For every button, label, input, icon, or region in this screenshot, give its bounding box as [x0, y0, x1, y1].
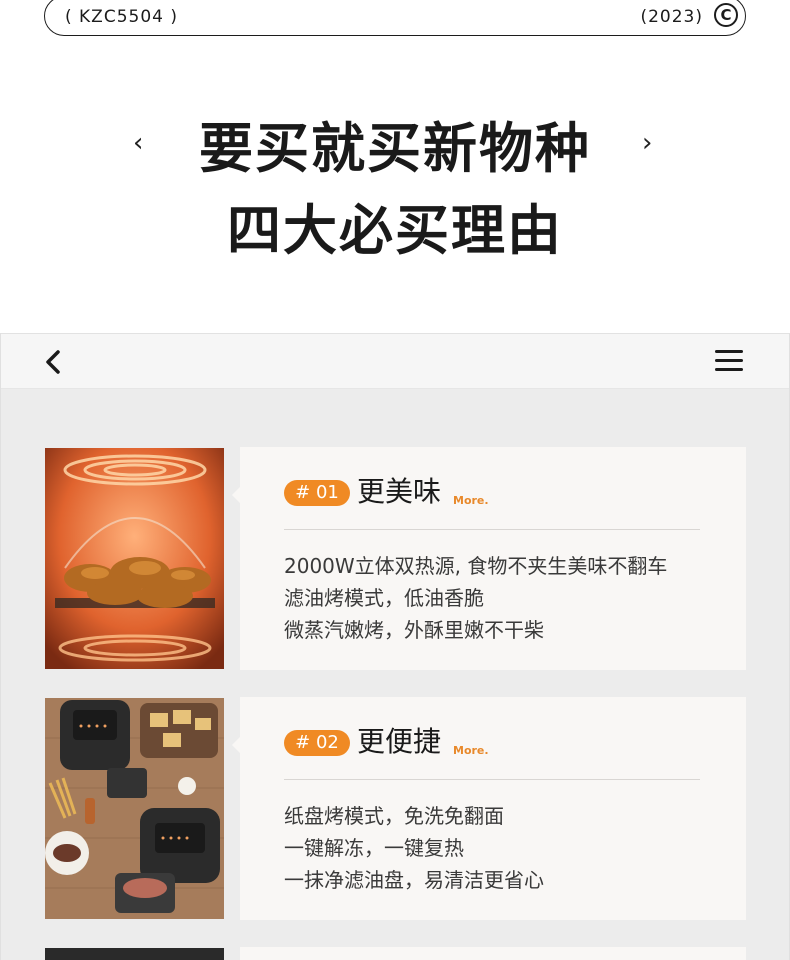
feature-title: 更美味 [357, 475, 442, 508]
feature-line: 微蒸汽嫩烤，外酥里嫩不干柴 [284, 618, 544, 642]
feature-text-card: # 02 更便捷 More. 纸盘烤模式，免洗免翻面 一键解冻，一键复热 一抹净… [232, 697, 746, 920]
air-fryer-photo [45, 698, 224, 919]
copyright-icon: C [714, 3, 738, 27]
more-link[interactable]: More. [453, 744, 489, 757]
phone-nav-bar [1, 333, 789, 389]
model-code: ( KZC5504 ) [65, 7, 178, 27]
next-feature-photo [45, 948, 224, 960]
feature-line: 一键解冻，一键复热 [284, 836, 464, 860]
fried-chicken-photo [45, 448, 224, 669]
feature-description: 纸盘烤模式，免洗免翻面 一键解冻，一键复热 一抹净滤油盘，易清洁更省心 [284, 800, 544, 896]
model-pill: ( KZC5504 ) (2023) C [44, 0, 746, 36]
feature-line: 滤油烤模式，低油香脆 [284, 586, 484, 610]
feature-title: 更便捷 [357, 725, 442, 758]
feature-number-badge: # 02 [284, 730, 350, 756]
hamburger-menu-icon[interactable] [715, 350, 745, 374]
divider [284, 529, 700, 530]
headline-line-2: 四大必买理由 [227, 199, 563, 262]
feature-line: 2000W立体双热源, 食物不夹生美味不翻车 [284, 554, 668, 578]
feature-card-02: # 02 更便捷 More. 纸盘烤模式，免洗免翻面 一键解冻，一键复热 一抹净… [45, 697, 746, 920]
more-link[interactable]: More. [453, 494, 489, 507]
page: ( KZC5504 ) (2023) C ‹ › 要买就买新物种 四大必买理由 [0, 0, 790, 960]
feature-line: 一抹净滤油盘，易清洁更省心 [284, 868, 544, 892]
feature-description: 2000W立体双热源, 食物不夹生美味不翻车 滤油烤模式，低油香脆 微蒸汽嫩烤，… [284, 550, 667, 646]
feature-line: 纸盘烤模式，免洗免翻面 [284, 804, 504, 828]
year-label: (2023) [640, 7, 703, 27]
feature-number-badge: # 01 [284, 480, 350, 506]
feature-text-card: # 01 更美味 More. 2000W立体双热源, 食物不夹生美味不翻车 滤油… [232, 447, 746, 670]
headline: 要买就买新物种 四大必买理由 [0, 108, 790, 272]
next-feature-card [240, 947, 746, 960]
feature-card-01: # 01 更美味 More. 2000W立体双热源, 食物不夹生美味不翻车 滤油… [45, 447, 746, 670]
headline-line-1: 要买就买新物种 [199, 117, 591, 180]
chevron-left-icon[interactable] [41, 347, 67, 377]
divider [284, 779, 700, 780]
